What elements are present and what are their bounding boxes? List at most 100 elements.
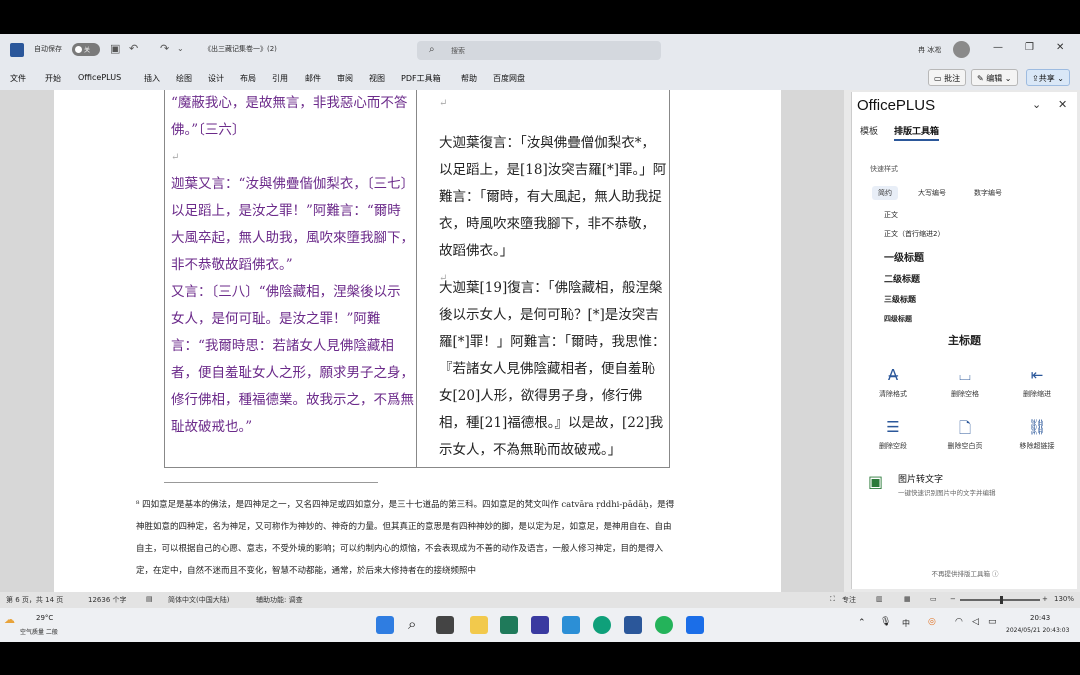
clock-date[interactable]: 2024/05/21 20:43:03 — [1006, 627, 1069, 634]
menu-draw[interactable]: 绘图 — [176, 73, 192, 84]
style-uppercase-numbering-button[interactable]: 大写编号 — [912, 186, 952, 200]
proofing-icon[interactable]: ▤ — [146, 595, 153, 603]
language-status[interactable]: 简体中文(中国大陆) — [168, 595, 229, 605]
app-icon-purple[interactable] — [531, 616, 549, 634]
undo-icon[interactable]: ↶ — [129, 42, 138, 55]
document-title[interactable]: 《出三藏记集卷一》(2) — [204, 44, 277, 54]
menu-pdf-toolbox[interactable]: PDF工具箱 — [401, 73, 441, 84]
menu-baidu-netdisk[interactable]: 百度网盘 — [493, 73, 525, 84]
task-view-icon[interactable] — [436, 616, 454, 634]
file-explorer-icon[interactable] — [470, 616, 488, 634]
image-text-icon: ▣ — [868, 472, 884, 491]
microphone-icon[interactable]: 🎙 — [880, 617, 891, 627]
remove-blank-pages-button[interactable]: 🗋 删除空白页 — [942, 418, 988, 451]
app-icon-meeting[interactable] — [686, 616, 704, 634]
remove-hyperlinks-label: 移除超链接 — [1019, 442, 1055, 450]
tab-templates[interactable]: 模板 — [860, 124, 878, 137]
battery-icon[interactable]: ▭ — [988, 617, 997, 627]
zoom-in-icon[interactable]: + — [1042, 595, 1048, 603]
word-count[interactable]: 12636 个字 — [88, 595, 127, 605]
word-taskbar-icon[interactable] — [624, 616, 642, 634]
comments-button[interactable]: ▭ 批注 — [928, 69, 967, 86]
minimize-icon[interactable]: — — [993, 42, 1003, 53]
menu-design[interactable]: 设计 — [208, 73, 224, 84]
table-right-column[interactable]: ↵ 大迦葉復言：「汝與佛疊僧伽梨衣*，以足蹈上，是[18]汝突吉羅[*]罪。」阿… — [439, 90, 667, 464]
remove-spaces-button[interactable]: ⌴ 删除空格 — [942, 366, 988, 399]
remove-hyperlinks-button[interactable]: ⛓ 移除超链接 — [1014, 418, 1060, 451]
save-icon[interactable]: ▣ — [110, 42, 120, 55]
menu-references[interactable]: 引用 — [272, 73, 288, 84]
menu-review[interactable]: 审阅 — [337, 73, 353, 84]
word-logo-icon — [10, 43, 24, 57]
close-icon[interactable]: ✕ — [1056, 42, 1064, 53]
search-taskbar-icon[interactable]: ⌕ — [408, 615, 416, 633]
zoom-level[interactable]: 130% — [1054, 595, 1074, 603]
web-layout-icon[interactable]: ▭ — [930, 595, 937, 603]
wifi-icon[interactable]: ◠ — [955, 617, 963, 627]
zoom-slider-handle[interactable] — [1000, 596, 1003, 604]
style-body[interactable]: 正文 — [884, 210, 898, 220]
maximize-icon[interactable]: ❐ — [1025, 42, 1034, 53]
search-icon: ⌕ — [429, 44, 435, 55]
remove-indent-label: 删除缩进 — [1023, 390, 1051, 398]
remove-empty-paragraphs-icon: ☰ — [886, 418, 900, 436]
panel-close-icon[interactable]: ✕ — [1058, 98, 1067, 111]
menu-view[interactable]: 视图 — [369, 73, 385, 84]
remove-indent-button[interactable]: ⇤ 删除缩进 — [1014, 366, 1060, 399]
wechat-icon[interactable] — [655, 616, 673, 634]
volume-icon[interactable]: ◁ — [972, 617, 979, 627]
menu-home[interactable]: 开始 — [45, 73, 61, 84]
table-left-column[interactable]: “魔蔽我心，是故無言，非我惡心而不答佛。”〔三六〕 ↵ 迦葉又言：“汝與佛疊偕伽… — [171, 90, 414, 441]
focus-mode[interactable]: 专注 — [842, 595, 856, 605]
edge-browser-icon[interactable] — [593, 616, 611, 634]
app-icon-green[interactable] — [500, 616, 518, 634]
page-count[interactable]: 第 6 页，共 14 页 — [6, 595, 63, 605]
document-area: “魔蔽我心，是故無言，非我惡心而不答佛。”〔三六〕 ↵ 迦葉又言：“汝與佛疊偕伽… — [0, 90, 844, 592]
read-mode-icon[interactable]: ▥ — [876, 595, 883, 603]
autosave-state: 关 — [84, 47, 91, 54]
weather-temperature[interactable]: 29°C — [36, 614, 53, 622]
menu-insert[interactable]: 插入 — [144, 73, 160, 84]
image-to-text-description: 一键快速识别图片中的文字并编辑 — [898, 489, 996, 497]
image-to-text-title: 图片转文字 — [898, 475, 944, 485]
style-simple-button[interactable]: 简约 — [872, 186, 898, 200]
search-box[interactable]: ⌕ 搜索 — [417, 41, 661, 60]
menu-layout[interactable]: 布局 — [240, 73, 256, 84]
taskbar: ☁ 29°C 空气质量 二般 ⌕ ⌃ 🎙 中 ◎ ◠ ◁ ▭ 20:43 202… — [0, 608, 1080, 642]
menu-mailings[interactable]: 邮件 — [305, 73, 321, 84]
app-tray-icon[interactable]: ◎ — [928, 617, 936, 627]
style-heading-2[interactable]: 二级标题 — [884, 272, 920, 285]
style-main-title[interactable]: 主标题 — [948, 332, 981, 348]
share-button[interactable]: ⇪共享 ⌄ — [1026, 69, 1070, 86]
menu-help[interactable]: 帮助 — [461, 73, 477, 84]
customize-toolbar-icon[interactable]: ⌄ — [177, 44, 184, 53]
focus-icon[interactable]: ⛶ — [830, 595, 835, 604]
accessibility-status[interactable]: 辅助功能: 调查 — [256, 595, 303, 605]
avatar[interactable] — [953, 41, 970, 58]
footnote-text[interactable]: ⁸ 四如意足是基本的佛法，是四神足之一，又名四神足或四如意分，是三十七道品的第三… — [136, 494, 676, 582]
document-page[interactable]: “魔蔽我心，是故無言，非我惡心而不答佛。”〔三六〕 ↵ 迦葉又言：“汝與佛疊偕伽… — [54, 90, 781, 592]
style-body-indent[interactable]: 正文（首行缩进2） — [884, 229, 944, 239]
menu-officeplus[interactable]: OfficePLUS — [78, 73, 121, 82]
style-heading-3[interactable]: 三级标题 — [884, 294, 916, 305]
style-numeric-numbering-button[interactable]: 数字编号 — [968, 186, 1008, 200]
zoom-out-icon[interactable]: − — [950, 595, 956, 603]
weather-description[interactable]: 空气质量 二般 — [20, 627, 58, 636]
clear-format-button[interactable]: A̶ 清除格式 — [870, 366, 916, 399]
style-heading-4[interactable]: 四级标题 — [884, 314, 912, 324]
menu-file[interactable]: 文件 — [10, 73, 26, 84]
chevron-down-icon[interactable]: ⌄ — [1032, 98, 1041, 111]
print-layout-icon[interactable]: ▦ — [904, 595, 911, 603]
style-heading-1[interactable]: 一级标题 — [884, 249, 924, 264]
redo-icon[interactable]: ↷ — [160, 42, 169, 55]
image-to-text-button[interactable]: ▣ 图片转文字 一键快速识别图片中的文字并编辑 — [862, 468, 1068, 508]
remove-empty-paragraphs-button[interactable]: ☰ 删除空段 — [870, 418, 916, 451]
tab-layout-toolbox[interactable]: 排版工具箱 — [894, 124, 940, 141]
input-method-icon[interactable]: 中 — [902, 618, 910, 629]
app-icon-blue[interactable] — [562, 616, 580, 634]
clock-time[interactable]: 20:43 — [1030, 614, 1050, 622]
editing-mode-button[interactable]: ✎ 编辑 ⌄ — [971, 69, 1018, 86]
chevron-up-icon[interactable]: ⌃ — [858, 618, 866, 628]
disable-toolbox-link[interactable]: 不再提供排版工具箱 ⓘ — [852, 568, 1078, 578]
start-windows-icon[interactable] — [376, 616, 394, 634]
